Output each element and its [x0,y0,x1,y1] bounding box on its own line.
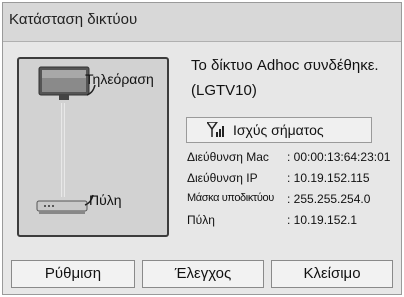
dialog-title: Κατάσταση δικτύου [9,11,138,28]
router-icon [36,194,94,214]
signal-strength-button[interactable]: Ισχύς σήματος [186,117,372,143]
close-button[interactable]: Κλείσιμο [271,260,393,288]
gateway-label: Πύλη [89,192,122,208]
dialog-titlebar: Κατάσταση δικτύου [3,3,401,42]
network-status-dialog: Κατάσταση δικτύου Τηλεόραση Πύλη Το δίκτ… [2,2,402,295]
connection-diagram: Τηλεόραση Πύλη [17,57,169,237]
info-value: : 10.19.152.1 [287,213,358,227]
connection-status: Το δίκτυο Adhoc συνδέθηκε. (LGTV10) [191,53,379,103]
info-key: Διεύθυνση IP [187,171,258,185]
info-key: Μάσκα υποδικτύου [187,192,274,204]
status-line-1: Το δίκτυο Adhoc συνδέθηκε. [191,57,379,74]
check-button[interactable]: Έλεγχος [142,260,264,288]
info-value: : 255.255.254.0 [287,192,371,206]
info-key: Διεύθυνση Mac [187,150,269,164]
info-key: Πύλη [187,213,215,227]
settings-button[interactable]: Ρύθμιση [11,260,135,288]
info-value: : 00:00:13:64:23:01 [287,150,391,164]
info-value: : 10.19.152.115 [287,171,370,185]
tv-label: Τηλεόραση [85,71,154,87]
signal-bars-icon [207,122,224,137]
status-line-2: (LGTV10) [191,82,257,99]
signal-strength-label: Ισχύς σήματος [233,122,324,138]
